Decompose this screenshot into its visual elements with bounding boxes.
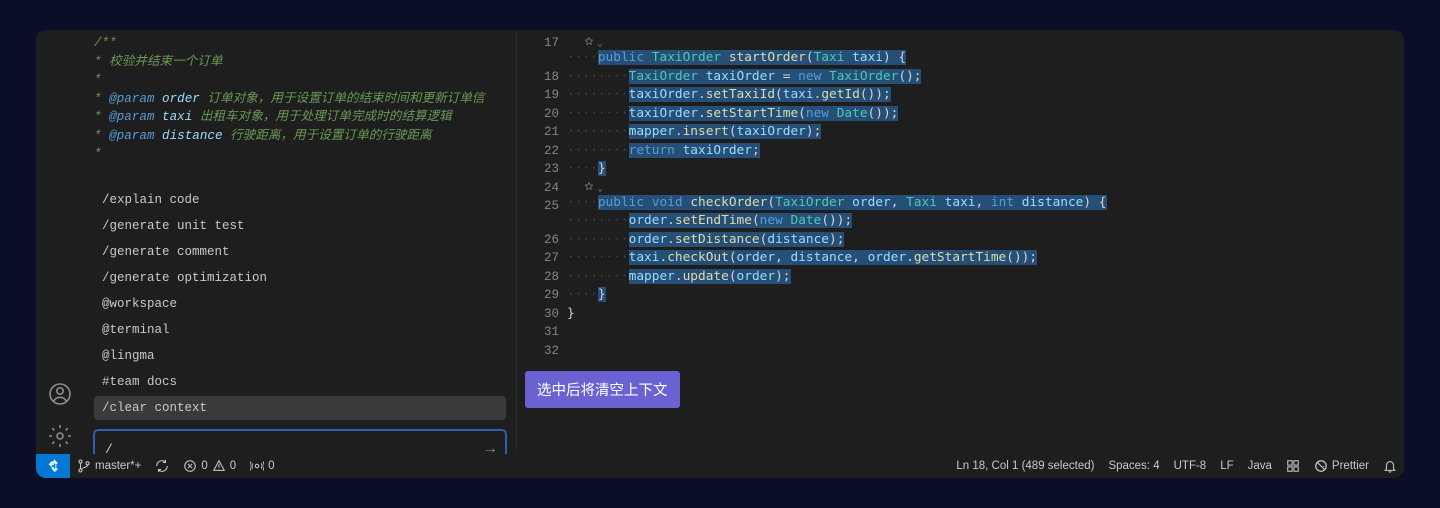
- code-comment-preview: /** * 校验并结束一个订单 * * @param order 订单对象，用于…: [84, 30, 516, 160]
- status-errors[interactable]: 0 0: [176, 459, 243, 473]
- status-selection[interactable]: Ln 18, Col 1 (489 selected): [949, 460, 1101, 472]
- status-port[interactable]: 0: [243, 459, 281, 473]
- suggestion-clear-context[interactable]: /clear context: [94, 396, 506, 420]
- status-language[interactable]: Java: [1241, 460, 1279, 472]
- status-bar: master*+ 0 0 0 Ln 18, Col 1 (489 selecte…: [36, 454, 1404, 478]
- chat-panel: /** * 校验并结束一个订单 * * @param order 订单对象，用于…: [36, 30, 516, 478]
- settings-icon[interactable]: [48, 424, 72, 448]
- status-extensions-icon[interactable]: [1279, 459, 1307, 473]
- status-prettier[interactable]: Prettier: [1307, 459, 1376, 473]
- status-eol[interactable]: LF: [1213, 460, 1240, 472]
- suggestion-generate-optimization[interactable]: /generate optimization: [94, 266, 506, 290]
- clear-context-tooltip: 选中后将清空上下文: [525, 371, 680, 408]
- line-gutter: 17181920212223242526272829303132: [517, 30, 567, 478]
- code-editor[interactable]: 17181920212223242526272829303132 ⌄····pu…: [517, 30, 1404, 478]
- remote-button[interactable]: [36, 454, 70, 478]
- status-bell-icon[interactable]: [1376, 459, 1404, 473]
- suggestion-explain-code[interactable]: /explain code: [94, 188, 506, 212]
- suggestion-terminal[interactable]: @terminal: [94, 318, 506, 342]
- status-spaces[interactable]: Spaces: 4: [1101, 460, 1166, 472]
- suggestion-lingma[interactable]: @lingma: [94, 344, 506, 368]
- status-encoding[interactable]: UTF-8: [1167, 460, 1214, 472]
- status-branch[interactable]: master*+: [70, 459, 148, 473]
- code-area[interactable]: ⌄····public TaxiOrder startOrder(Taxi ta…: [567, 30, 1404, 478]
- status-sync[interactable]: [148, 459, 176, 473]
- activity-bar: [37, 0, 83, 456]
- suggestion-team-docs[interactable]: #team docs: [94, 370, 506, 394]
- suggestion-list: /explain code /generate unit test /gener…: [84, 160, 516, 422]
- suggestion-generate-comment[interactable]: /generate comment: [94, 240, 506, 264]
- account-icon[interactable]: [48, 382, 72, 406]
- suggestion-generate-unit-test[interactable]: /generate unit test: [94, 214, 506, 238]
- suggestion-workspace[interactable]: @workspace: [94, 292, 506, 316]
